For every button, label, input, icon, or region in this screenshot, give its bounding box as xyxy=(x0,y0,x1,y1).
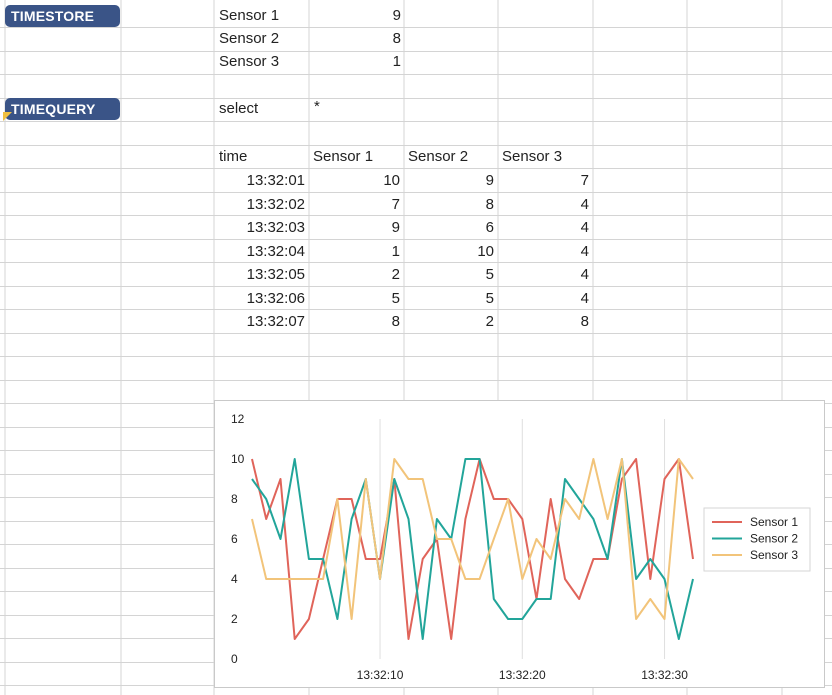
y-tick-label: 2 xyxy=(231,612,238,626)
timestore-sensor-name[interactable]: Sensor 3 xyxy=(219,51,279,73)
results-cell[interactable]: 8 xyxy=(310,311,400,333)
results-cell[interactable]: 13:32:07 xyxy=(215,311,305,333)
timestore-label[interactable]: TIMESTORE xyxy=(5,5,120,27)
y-tick-label: 0 xyxy=(231,652,238,666)
results-cell[interactable]: 5 xyxy=(404,288,494,310)
results-header-cell[interactable]: Sensor 1 xyxy=(313,146,373,168)
chart-canvas: 0 2 4 6 8 10 12 13:32:10 13:32:20 13:32:30 Sensor … xyxy=(231,412,811,682)
results-header-cell[interactable]: Sensor 2 xyxy=(408,146,468,168)
results-cell[interactable]: 9 xyxy=(404,170,494,192)
results-cell[interactable]: 8 xyxy=(499,311,589,333)
results-cell[interactable]: 4 xyxy=(499,217,589,239)
comment-indicator-icon xyxy=(3,112,12,121)
results-cell[interactable]: 10 xyxy=(310,170,400,192)
results-cell[interactable]: 4 xyxy=(499,194,589,216)
results-cell[interactable]: 4 xyxy=(499,264,589,286)
series-line-sensor-3[interactable] xyxy=(251,458,694,620)
results-cell[interactable]: 13:32:06 xyxy=(215,288,305,310)
results-cell[interactable]: 2 xyxy=(404,311,494,333)
results-cell[interactable]: 10 xyxy=(404,241,494,263)
results-cell[interactable]: 13:32:02 xyxy=(215,194,305,216)
results-cell[interactable]: 8 xyxy=(404,194,494,216)
y-tick-label: 8 xyxy=(231,492,238,506)
timestore-sensor-value[interactable]: 9 xyxy=(310,5,401,27)
query-keyword[interactable]: select xyxy=(219,98,258,120)
timestore-sensor-value[interactable]: 8 xyxy=(310,28,401,50)
series-line-sensor-1[interactable] xyxy=(251,458,694,640)
y-tick-label: 6 xyxy=(231,532,238,546)
legend-label: Sensor 3 xyxy=(750,548,798,562)
legend-label: Sensor 2 xyxy=(750,532,798,546)
results-cell[interactable]: 13:32:04 xyxy=(215,241,305,263)
x-tick-label: 13:32:10 xyxy=(357,668,404,682)
line-chart[interactable]: 0 2 4 6 8 10 12 13:32:10 13:32:20 13:32:30 Sensor … xyxy=(214,400,825,688)
query-argument[interactable]: * xyxy=(314,96,320,118)
results-cell[interactable]: 6 xyxy=(404,217,494,239)
chart-legend[interactable]: Sensor 1 Sensor 2 Sensor 3 xyxy=(703,507,811,572)
results-cell[interactable]: 5 xyxy=(404,264,494,286)
y-tick-label: 12 xyxy=(231,412,245,426)
x-tick-label: 13:32:30 xyxy=(641,668,688,682)
results-cell[interactable]: 13:32:01 xyxy=(215,170,305,192)
results-cell[interactable]: 5 xyxy=(310,288,400,310)
timestore-sensor-value[interactable]: 1 xyxy=(310,51,401,73)
timequery-label[interactable]: TIMEQUERY xyxy=(5,98,120,120)
timestore-sensor-name[interactable]: Sensor 1 xyxy=(219,5,279,27)
legend-label: Sensor 1 xyxy=(750,515,798,529)
x-tick-label: 13:32:20 xyxy=(499,668,546,682)
results-cell[interactable]: 7 xyxy=(310,194,400,216)
results-cell[interactable]: 9 xyxy=(310,217,400,239)
y-tick-label: 10 xyxy=(231,452,245,466)
results-cell[interactable]: 2 xyxy=(310,264,400,286)
results-cell[interactable]: 4 xyxy=(499,241,589,263)
results-cell[interactable]: 13:32:05 xyxy=(215,264,305,286)
results-header-cell[interactable]: Sensor 3 xyxy=(502,146,562,168)
results-header-cell[interactable]: time xyxy=(219,146,247,168)
results-cell[interactable]: 13:32:03 xyxy=(215,217,305,239)
results-cell[interactable]: 4 xyxy=(499,288,589,310)
results-cell[interactable]: 1 xyxy=(310,241,400,263)
y-tick-label: 4 xyxy=(231,572,238,586)
results-cell[interactable]: 7 xyxy=(499,170,589,192)
timestore-sensor-name[interactable]: Sensor 2 xyxy=(219,28,279,50)
